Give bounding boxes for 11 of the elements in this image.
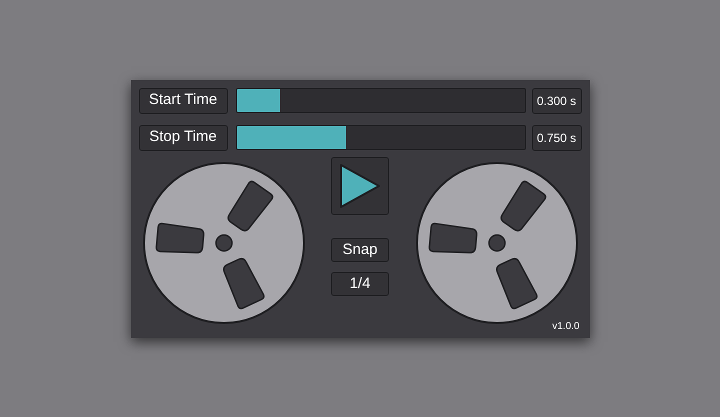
slider-track[interactable] xyxy=(236,88,526,113)
slider-track[interactable] xyxy=(236,125,526,150)
parameter-button[interactable]: Stop Time xyxy=(138,124,228,150)
snap-button[interactable]: Snap xyxy=(331,238,389,262)
snap-value-dropdown[interactable]: 1/4 xyxy=(331,272,389,296)
value-display: 0.300 s xyxy=(532,88,582,114)
play-button[interactable] xyxy=(331,156,389,214)
value-display: 0.750 s xyxy=(532,124,582,150)
version-label: v1.0.0 xyxy=(552,320,580,334)
play-icon xyxy=(339,162,381,208)
parameter-button[interactable]: Start Time xyxy=(138,88,228,114)
